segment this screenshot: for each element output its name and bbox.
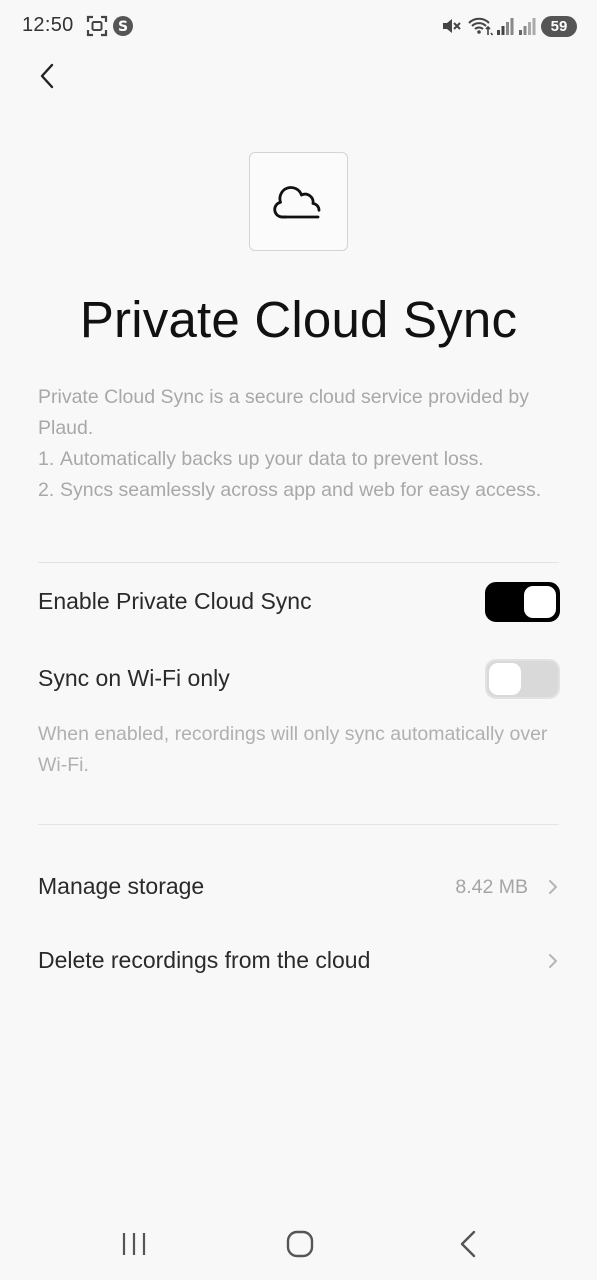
- back-nav-button[interactable]: [452, 1220, 484, 1273]
- list-item: 1. Automatically backs up your data to p…: [38, 448, 484, 470]
- mute-icon: [440, 15, 462, 42]
- chevron-left-icon: [30, 63, 74, 98]
- status-time: 12:50: [22, 14, 74, 36]
- wifi-icon: [467, 15, 494, 42]
- back-button[interactable]: [30, 58, 74, 94]
- status-bar: 12:50 S 59: [0, 0, 597, 52]
- toggle-knob: [489, 663, 521, 695]
- signal-icon-2: [517, 15, 537, 42]
- chevron-right-icon: [546, 952, 560, 975]
- navigation-bar: [0, 1208, 597, 1280]
- battery-level: 59: [541, 16, 577, 37]
- wifi-only-note: When enabled, recordings will only sync …: [38, 723, 548, 776]
- delete-recordings-row[interactable]: Delete recordings from the cloud: [0, 933, 597, 989]
- svg-text:S: S: [118, 19, 128, 35]
- toggle-knob: [524, 586, 556, 618]
- divider: [38, 562, 559, 563]
- home-button[interactable]: [283, 1220, 317, 1273]
- recent-apps-button[interactable]: [118, 1220, 150, 1273]
- manage-storage-label: Manage storage: [38, 873, 205, 899]
- screenshot-icon: [86, 15, 108, 42]
- manage-storage-row[interactable]: Manage storage 8.42 MB: [0, 859, 597, 915]
- s-app-icon: S: [112, 15, 134, 42]
- wifi-only-label: Sync on Wi-Fi only: [38, 665, 230, 691]
- enable-sync-label: Enable Private Cloud Sync: [38, 588, 312, 614]
- storage-size: 8.42 MB: [455, 876, 528, 898]
- signal-icon: [495, 15, 515, 42]
- chevron-right-icon: [546, 878, 560, 901]
- enable-sync-toggle[interactable]: [485, 582, 560, 622]
- list-item: 2. Syncs seamlessly across app and web f…: [38, 479, 542, 501]
- cloud-tile: [249, 152, 348, 251]
- delete-recordings-label: Delete recordings from the cloud: [38, 947, 371, 973]
- intro-text: Private Cloud Sync is a secure cloud ser…: [38, 382, 558, 506]
- page-title: Private Cloud Sync: [79, 291, 518, 348]
- intro-paragraph: Private Cloud Sync is a secure cloud ser…: [38, 386, 529, 439]
- wifi-only-toggle[interactable]: [485, 659, 560, 699]
- divider: [38, 824, 559, 825]
